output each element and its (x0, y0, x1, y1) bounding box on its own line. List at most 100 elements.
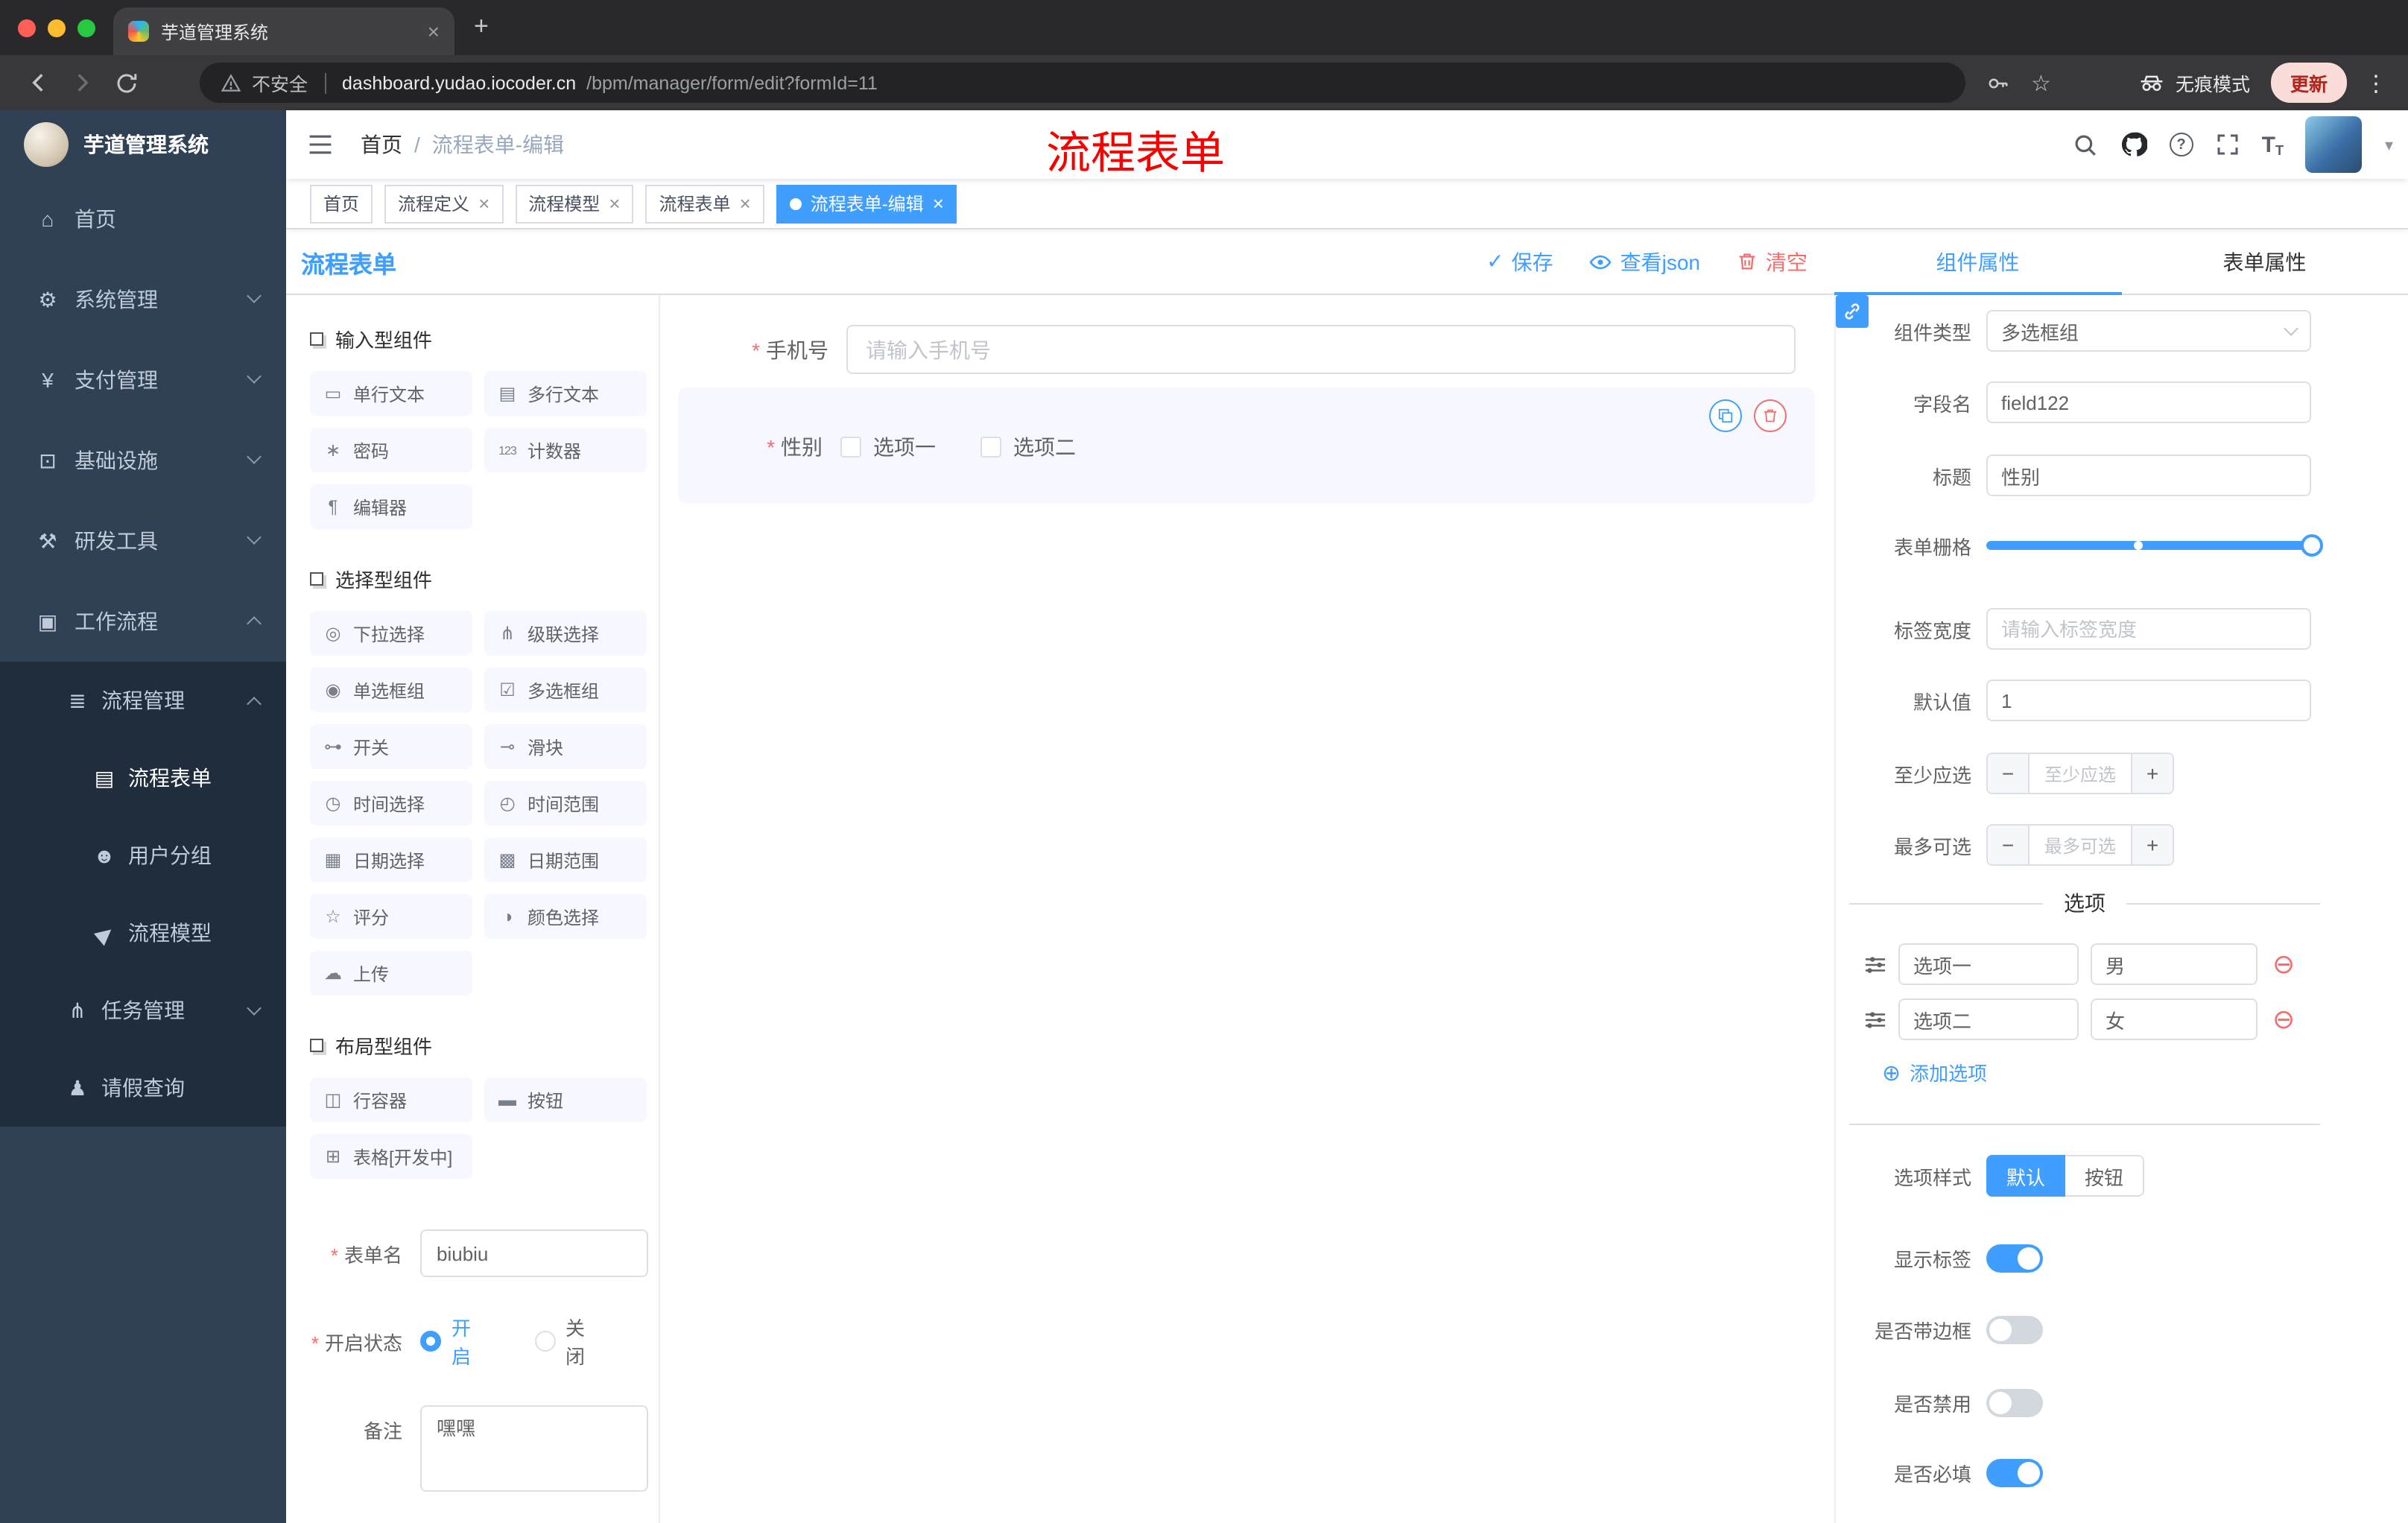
sidebar-item-devtools[interactable]: ⚒ 研发工具 (0, 501, 286, 581)
stepper-minus-button[interactable]: − (1988, 754, 2028, 793)
tag-process-form-edit[interactable]: 流程表单-编辑 × (776, 184, 957, 223)
palette-item-color-picker[interactable]: ◑ 颜色选择 (484, 894, 647, 939)
palette-item-cascader[interactable]: ⋔ 级联选择 (484, 611, 647, 656)
clear-button[interactable]: 清空 (1736, 247, 1807, 276)
palette-item-password[interactable]: ∗ 密码 (310, 428, 472, 472)
palette-item-slider[interactable]: ⊸ 滑块 (484, 724, 647, 769)
checkbox-icon[interactable] (980, 437, 1001, 457)
browser-menu-icon[interactable]: ⋮ (2365, 69, 2387, 96)
sidebar-item-user-group[interactable]: ☻ 用户分组 (0, 817, 286, 894)
tag-close-icon[interactable]: × (933, 194, 944, 213)
sidebar-item-infrastructure[interactable]: ⊡ 基础设施 (0, 420, 286, 501)
help-icon[interactable]: ? (2169, 133, 2193, 156)
phone-input[interactable] (846, 325, 1796, 374)
canvas-field-gender-selected[interactable]: 性别 选项一 选项二 (678, 387, 1815, 504)
forward-icon[interactable] (60, 62, 104, 104)
palette-item-single-line-text[interactable]: ▭ 单行文本 (310, 371, 472, 416)
palette-item-switch[interactable]: ⊶ 开关 (310, 724, 472, 769)
canvas-field-phone[interactable]: 手机号 (675, 325, 1796, 374)
tag-close-icon[interactable]: × (740, 194, 751, 213)
max-select-value[interactable]: 最多可选 (2028, 826, 2132, 864)
palette-item-counter[interactable]: 123 计数器 (484, 428, 647, 472)
title-input[interactable] (1986, 455, 2311, 496)
save-button[interactable]: ✓ 保存 (1486, 247, 1553, 276)
stepper-minus-button[interactable]: − (1988, 826, 2028, 864)
checkbox-icon[interactable] (840, 437, 861, 457)
form-name-input[interactable] (420, 1229, 648, 1277)
view-json-button[interactable]: 查看json (1589, 247, 1700, 276)
palette-item-multi-line-text[interactable]: ▤ 多行文本 (484, 371, 647, 416)
sidebar-item-leave-query[interactable]: ♟ 请假查询 (0, 1049, 286, 1127)
palette-item-table[interactable]: ⊞ 表格[开发中] (310, 1134, 472, 1179)
palette-item-date-range[interactable]: ▩ 日期范围 (484, 838, 647, 882)
hamburger-icon[interactable] (307, 131, 334, 158)
option-label-input[interactable] (1898, 943, 2079, 985)
palette-item-row-container[interactable]: ◫ 行容器 (310, 1077, 472, 1122)
tab-form-props[interactable]: 表单属性 (2121, 229, 2408, 294)
gender-option-1[interactable]: 选项一 (840, 432, 936, 462)
sidebar-item-payment[interactable]: ¥ 支付管理 (0, 340, 286, 420)
tag-process-model[interactable]: 流程模型 × (515, 184, 634, 223)
sidebar-item-task-management[interactable]: ⋔ 任务管理 (0, 972, 286, 1049)
search-icon[interactable] (2073, 132, 2098, 157)
tag-home[interactable]: 首页 (310, 184, 373, 223)
new-tab-button[interactable]: + (474, 12, 489, 42)
fullscreen-icon[interactable] (2216, 133, 2240, 156)
window-minimize-button[interactable] (48, 19, 66, 37)
drag-handle-icon[interactable] (1864, 953, 1886, 975)
option-value-input[interactable] (2091, 943, 2258, 985)
status-radio-off[interactable]: 关闭 (534, 1313, 603, 1370)
style-default-button[interactable]: 默认 (1986, 1155, 2065, 1197)
palette-item-rate[interactable]: ☆ 评分 (310, 894, 472, 939)
add-option-button[interactable]: ⊕ 添加选项 (1882, 1058, 1987, 1086)
delete-field-button[interactable] (1754, 399, 1787, 432)
tag-process-form[interactable]: 流程表单 × (645, 184, 764, 223)
sidebar-item-system[interactable]: ⚙ 系统管理 (0, 259, 286, 340)
sidebar-item-workflow[interactable]: ▣ 工作流程 (0, 581, 286, 662)
border-toggle[interactable] (1986, 1315, 2043, 1343)
drag-handle-icon[interactable] (1864, 1008, 1886, 1030)
tab-component-props[interactable]: 组件属性 (1834, 229, 2121, 295)
gender-option-2[interactable]: 选项二 (980, 432, 1076, 462)
field-name-input[interactable] (1986, 381, 2311, 423)
palette-item-date-picker[interactable]: ▦ 日期选择 (310, 838, 472, 882)
remove-option-icon[interactable]: ⊖ (2272, 951, 2295, 978)
remove-option-icon[interactable]: ⊖ (2272, 1006, 2295, 1033)
palette-item-button[interactable]: ▬ 按钮 (484, 1077, 647, 1122)
palette-item-time-range[interactable]: ◴ 时间范围 (484, 781, 647, 826)
option-label-input[interactable] (1898, 998, 2079, 1040)
stepper-plus-button[interactable]: + (2132, 754, 2173, 793)
palette-item-rich-editor[interactable]: ¶ 编辑器 (310, 484, 472, 529)
palette-item-checkbox-group[interactable]: ☑ 多选框组 (484, 668, 647, 712)
browser-tab[interactable]: 芋道管理系统 × (113, 7, 454, 55)
browser-update-button[interactable]: 更新 (2270, 63, 2347, 103)
avatar-caret-icon[interactable]: ▾ (2385, 135, 2393, 154)
tag-process-definition[interactable]: 流程定义 × (384, 184, 504, 223)
sidebar-item-process-form[interactable]: ▤ 流程表单 (0, 739, 286, 817)
stepper-plus-button[interactable]: + (2132, 826, 2173, 864)
breadcrumb-home[interactable]: 首页 (361, 130, 402, 159)
window-close-button[interactable] (18, 19, 36, 37)
password-key-icon[interactable] (1986, 71, 2010, 95)
github-icon[interactable] (2120, 131, 2147, 158)
sidebar-item-process-model[interactable]: ▶ 流程模型 (0, 894, 286, 972)
font-size-icon[interactable]: TT (2262, 132, 2284, 157)
disabled-toggle[interactable] (1986, 1388, 2043, 1416)
grid-slider[interactable] (1986, 534, 2323, 557)
security-label[interactable]: 不安全 (252, 69, 308, 97)
palette-item-time-picker[interactable]: ◷ 时间选择 (310, 781, 472, 826)
palette-item-radio-group[interactable]: ◉ 单选框组 (310, 668, 472, 712)
form-canvas[interactable]: 手机号 性别 选项一 选项二 (660, 295, 1834, 1523)
palette-item-select-dropdown[interactable]: ◎ 下拉选择 (310, 611, 472, 656)
address-bar[interactable]: 不安全 dashboard.yudao.iocoder.cn /bpm/mana… (200, 63, 1965, 103)
style-button-button[interactable]: 按钮 (2065, 1155, 2144, 1197)
tag-close-icon[interactable]: × (478, 194, 489, 213)
palette-item-upload[interactable]: ☁ 上传 (310, 951, 472, 995)
slider-handle[interactable] (2301, 534, 2323, 557)
sidebar-item-process-management[interactable]: ≣ 流程管理 (0, 662, 286, 739)
show-label-toggle[interactable] (1986, 1244, 2043, 1272)
duplicate-field-button[interactable] (1709, 399, 1742, 432)
tag-close-icon[interactable]: × (609, 194, 620, 213)
sidebar-item-dashboard[interactable]: ⌂ 首页 (0, 179, 286, 259)
bookmark-star-icon[interactable]: ☆ (2031, 69, 2051, 96)
